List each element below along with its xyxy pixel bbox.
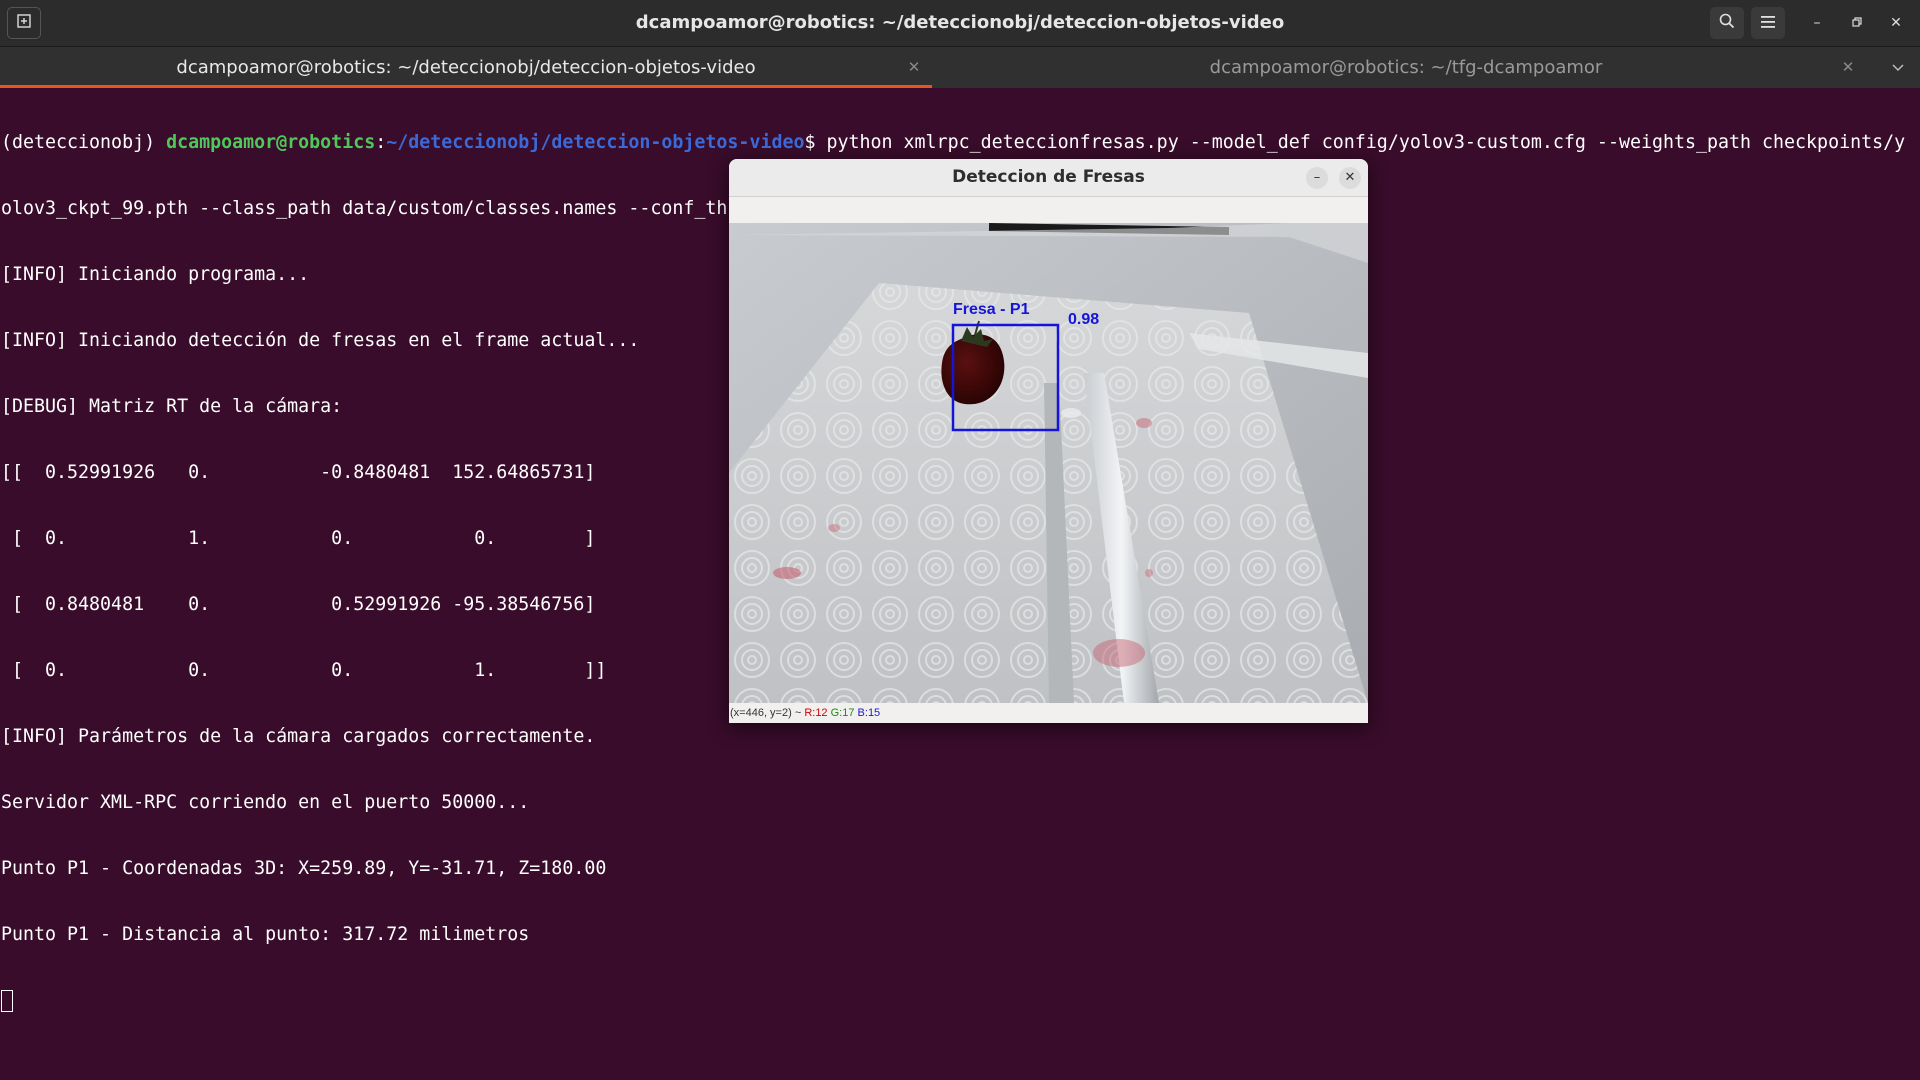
prompt-path: ~/deteccionobj/deteccion-objetos-video bbox=[386, 132, 805, 153]
tab-deteccion-objetos-video[interactable]: dcampoamor@robotics: ~/deteccionobj/dete… bbox=[0, 47, 932, 88]
window-title: dcampoamor@robotics: ~/deteccionobj/dete… bbox=[635, 12, 1285, 33]
chevron-down-icon bbox=[1892, 58, 1904, 76]
tab-bar: dcampoamor@robotics: ~/deteccionobj/dete… bbox=[0, 47, 1920, 88]
output-line: Servidor XML-RPC corriendo en el puerto … bbox=[1, 792, 530, 813]
minimize-icon: – bbox=[1813, 15, 1821, 31]
minimize-button[interactable]: – bbox=[1806, 12, 1828, 34]
new-tab-icon bbox=[17, 14, 31, 32]
tabs-dropdown-button[interactable] bbox=[1888, 47, 1908, 88]
search-button[interactable] bbox=[1710, 7, 1744, 39]
detection-window-title[interactable]: Deteccion de Fresas bbox=[729, 159, 1368, 197]
maximize-icon bbox=[1852, 15, 1862, 31]
detection-score: 0.98 bbox=[1068, 311, 1100, 328]
tab-label: dcampoamor@robotics: ~/tfg-dcampoamor bbox=[1209, 57, 1603, 78]
new-tab-button[interactable] bbox=[7, 7, 41, 39]
tab-close-button[interactable]: ✕ bbox=[1838, 47, 1858, 88]
close-icon: ✕ bbox=[1890, 15, 1902, 31]
header-bar: dcampoamor@robotics: ~/deteccionobj/dete… bbox=[0, 0, 1920, 47]
status-b: B:15 bbox=[857, 707, 881, 719]
detection-close-button[interactable]: ✕ bbox=[1339, 167, 1361, 189]
tab-close-button[interactable]: ✕ bbox=[904, 47, 924, 88]
prompt-colon: : bbox=[375, 132, 387, 153]
status-r: R:12 bbox=[804, 707, 828, 719]
minimize-icon: – bbox=[1313, 170, 1321, 185]
prompt-user: dcampoamor@robotics bbox=[166, 132, 376, 153]
detection-status-bar: (x=446, y=2) ~ R:12 G:17 B:15 bbox=[729, 703, 1368, 723]
status-g: G:17 bbox=[830, 707, 855, 719]
close-button[interactable]: ✕ bbox=[1885, 12, 1907, 34]
camera-frame[interactable]: Fresa - P1 0.98 bbox=[729, 223, 1368, 703]
prompt-dollar: $ bbox=[804, 132, 827, 153]
close-icon: ✕ bbox=[1841, 58, 1855, 76]
prompt-line: (deteccionobj) dcampoamor@robotics:~/det… bbox=[1, 132, 1905, 154]
output-line: [INFO] Parámetros de la cámara cargados … bbox=[1, 726, 596, 747]
close-icon: ✕ bbox=[1344, 170, 1356, 185]
camera-image bbox=[729, 223, 1368, 703]
command-text: python xmlrpc_deteccionfresas.py --model… bbox=[826, 132, 1906, 153]
cursor-line bbox=[1, 990, 1905, 1012]
detection-window[interactable]: Deteccion de Fresas – ✕ Fresa - P1 0.98 … bbox=[729, 159, 1368, 723]
close-icon: ✕ bbox=[907, 58, 921, 76]
tab-label: dcampoamor@robotics: ~/deteccionobj/dete… bbox=[176, 57, 756, 78]
hamburger-menu-icon bbox=[1761, 14, 1775, 32]
status-coords: (x=446, y=2) ~ bbox=[730, 707, 802, 719]
maximize-button[interactable] bbox=[1846, 12, 1868, 34]
tab-tfg-dcampoamor[interactable]: dcampoamor@robotics: ~/tfg-dcampoamor bbox=[940, 47, 1872, 88]
search-icon bbox=[1719, 13, 1735, 33]
prompt-env: (deteccionobj) bbox=[1, 132, 167, 153]
detection-minimize-button[interactable]: – bbox=[1306, 167, 1328, 189]
terminal-cursor bbox=[1, 990, 13, 1012]
detection-label: Fresa - P1 bbox=[953, 301, 1030, 318]
detection-toolbar bbox=[729, 197, 1368, 223]
menu-button[interactable] bbox=[1751, 7, 1785, 39]
output-line: Punto P1 - Coordenadas 3D: X=259.89, Y=-… bbox=[1, 858, 607, 879]
output-line: Punto P1 - Distancia al punto: 317.72 mi… bbox=[1, 924, 530, 945]
